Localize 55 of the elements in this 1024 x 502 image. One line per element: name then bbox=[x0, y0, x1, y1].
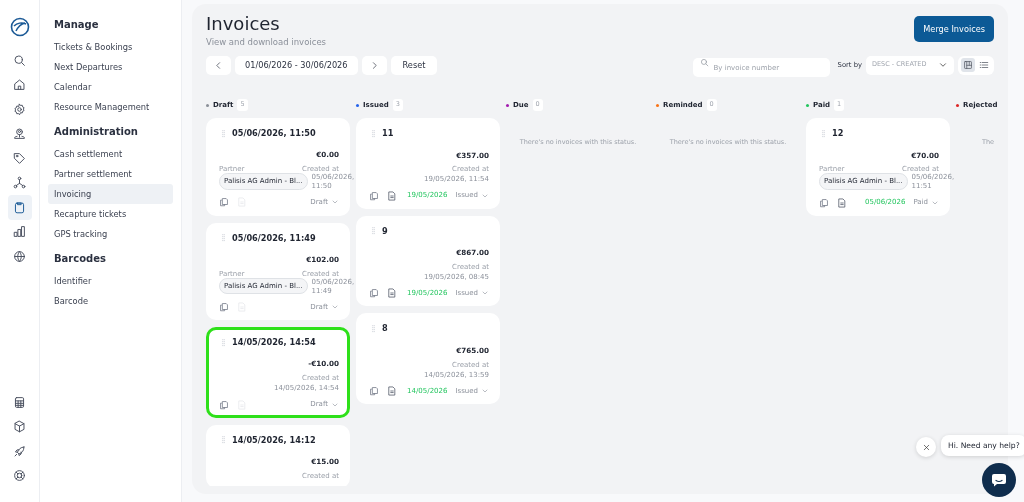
invoice-title: 9 bbox=[382, 224, 388, 238]
sidebar-item[interactable]: Recapture tickets bbox=[48, 204, 173, 224]
copy-icon[interactable] bbox=[819, 197, 829, 208]
sidebar-item[interactable]: Calendar bbox=[48, 77, 173, 97]
close-icon bbox=[921, 442, 931, 452]
drag-handle-icon bbox=[219, 128, 228, 138]
clipboard-icon[interactable] bbox=[7, 195, 32, 220]
caret-icon bbox=[938, 60, 948, 70]
sidebar-item[interactable]: Next Departures bbox=[48, 57, 173, 77]
drag-handle-icon bbox=[819, 128, 828, 138]
sidebar-item[interactable]: Resource Management bbox=[48, 97, 173, 117]
drag-handle-icon bbox=[219, 435, 228, 445]
invoice-title: 8 bbox=[382, 322, 388, 335]
chat-bubble-icon bbox=[991, 473, 1007, 487]
drag-handle-icon bbox=[219, 337, 228, 347]
document-icon[interactable] bbox=[387, 385, 397, 396]
drag-handle-icon bbox=[369, 226, 378, 236]
copy-icon[interactable] bbox=[369, 288, 379, 299]
drag-handle-icon bbox=[369, 128, 378, 138]
document-icon[interactable] bbox=[387, 190, 397, 201]
document-icon[interactable] bbox=[387, 288, 397, 299]
invoice-title: 14/05/2026, 14:12 bbox=[232, 433, 316, 447]
sidebar-item[interactable]: Tickets & Bookings bbox=[48, 37, 173, 57]
sidebar-item[interactable]: Invoicing bbox=[48, 184, 173, 204]
drag-handle-icon bbox=[219, 233, 228, 243]
sidebar-item[interactable]: GPS tracking bbox=[48, 224, 173, 244]
merge-invoices-button[interactable]: Merge Invoices bbox=[914, 16, 994, 43]
copy-icon[interactable] bbox=[219, 399, 229, 410]
sidebar-section-title: Manage bbox=[53, 18, 100, 32]
sidebar-item[interactable]: Barcode bbox=[48, 291, 173, 311]
chat-button[interactable] bbox=[982, 463, 1016, 497]
sidebar-item[interactable]: Partner settlement bbox=[48, 164, 173, 184]
copy-icon[interactable] bbox=[369, 190, 379, 201]
invoice-title: 12 bbox=[832, 127, 844, 140]
sidebar-item[interactable]: Identifier bbox=[48, 271, 173, 291]
search-icon bbox=[699, 57, 709, 67]
board-view-icon[interactable] bbox=[961, 58, 975, 72]
reset-button[interactable]: Reset bbox=[390, 55, 438, 75]
drag-handle-icon bbox=[369, 324, 378, 334]
date-range-button[interactable]: 01/06/2026 - 30/06/2026 bbox=[235, 55, 358, 75]
page-title: Invoices bbox=[206, 12, 281, 36]
logo-icon bbox=[9, 16, 30, 37]
invoice-title: 11 bbox=[382, 127, 394, 140]
page-subtitle: View and download invoices bbox=[206, 36, 327, 49]
copy-icon[interactable] bbox=[219, 197, 229, 208]
invoice-title: 05/06/2026, 11:49 bbox=[232, 231, 316, 244]
document-icon[interactable] bbox=[837, 197, 847, 208]
copy-icon[interactable] bbox=[219, 301, 229, 312]
chevron-left-icon bbox=[214, 60, 223, 70]
copy-icon[interactable] bbox=[369, 385, 379, 396]
sidebar-section-title: Barcodes bbox=[53, 252, 107, 266]
sidebar-section-title: Administration bbox=[53, 125, 139, 139]
sidebar-item[interactable]: Cash settlement bbox=[48, 144, 173, 164]
invoice-title: 14/05/2026, 14:54 bbox=[232, 336, 316, 349]
invoice-title: 05/06/2026, 11:50 bbox=[232, 127, 316, 140]
